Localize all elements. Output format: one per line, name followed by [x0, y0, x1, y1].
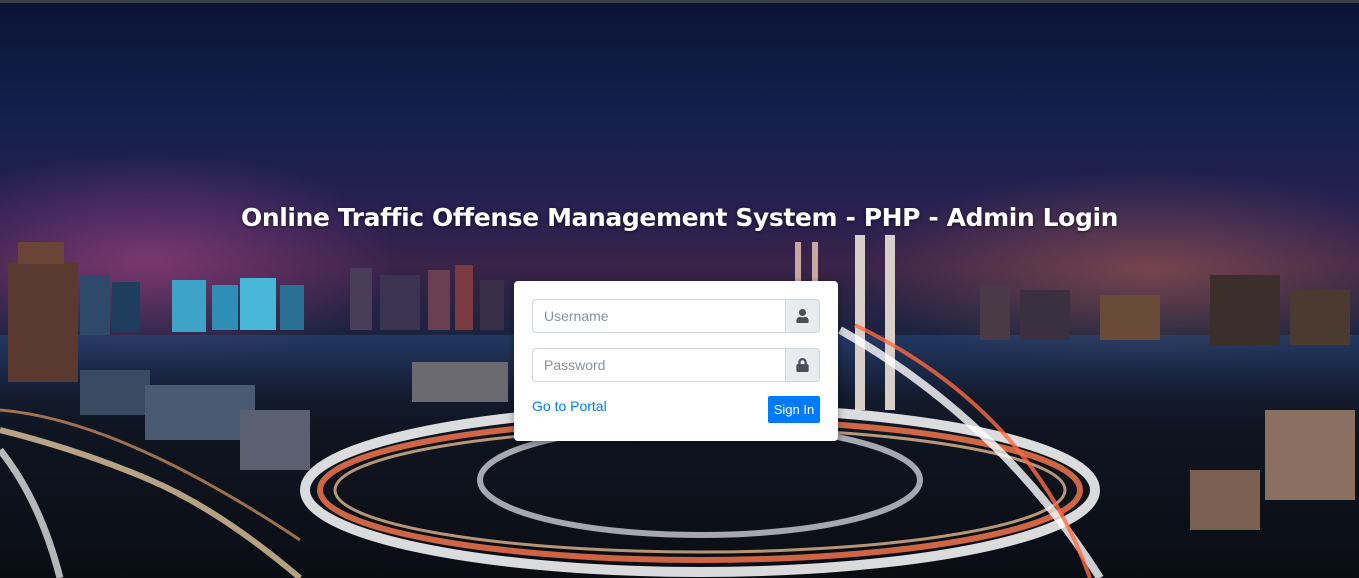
- page-title: Online Traffic Offense Management System…: [240, 203, 1119, 232]
- user-icon: [796, 309, 809, 323]
- username-input[interactable]: [532, 299, 785, 333]
- password-group: [532, 348, 820, 382]
- password-addon: [785, 348, 820, 382]
- go-to-portal-link[interactable]: Go to Portal: [532, 398, 607, 414]
- lock-icon: [796, 358, 809, 372]
- sign-in-button[interactable]: Sign In: [768, 396, 820, 423]
- username-group: [532, 299, 820, 333]
- login-card: Go to Portal Sign In: [514, 281, 838, 441]
- login-page: Online Traffic Offense Management System…: [0, 0, 1359, 578]
- username-addon: [785, 299, 820, 333]
- password-input[interactable]: [532, 348, 785, 382]
